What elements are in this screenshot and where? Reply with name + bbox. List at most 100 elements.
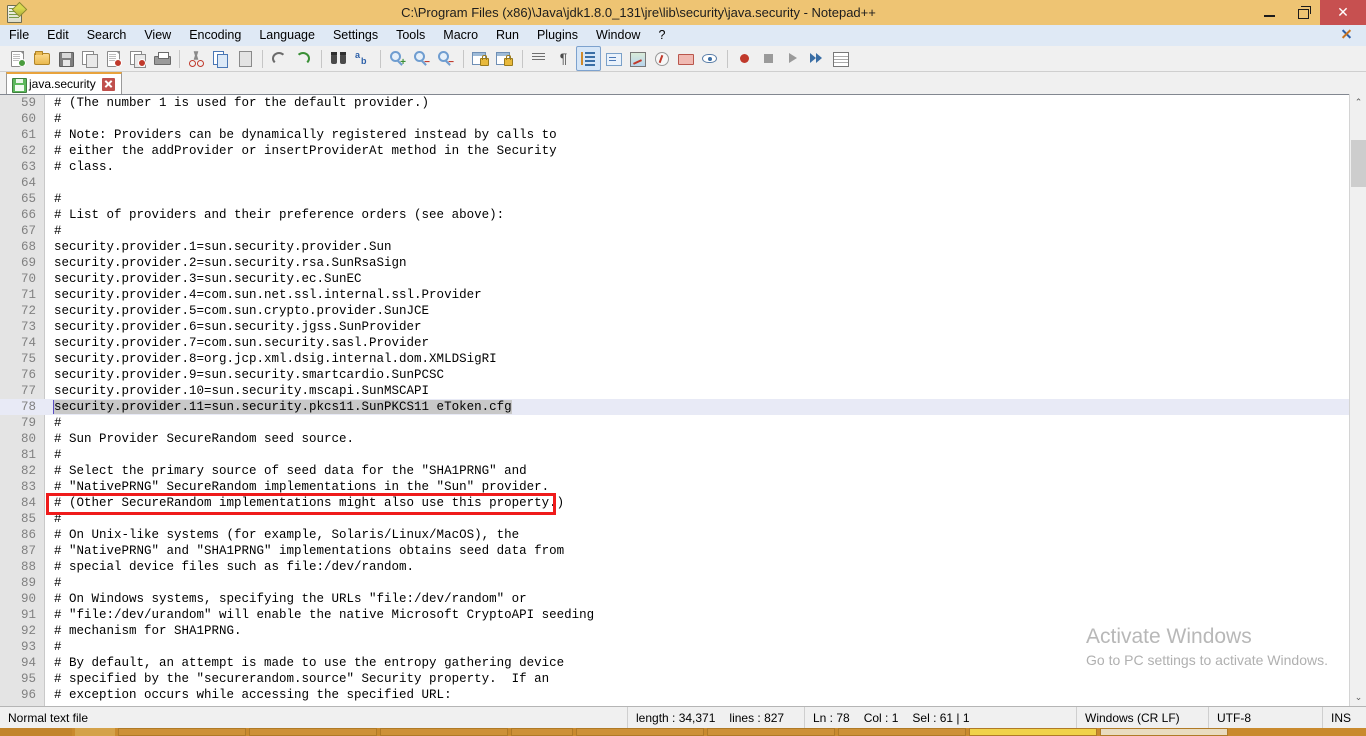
save-macro-button[interactable] bbox=[829, 47, 852, 70]
vertical-scrollbar[interactable]: ⌃ ⌄ bbox=[1349, 94, 1366, 706]
indent-guide-button[interactable] bbox=[528, 47, 551, 70]
code-line[interactable]: 95 # specified by the "securerandom.sourc… bbox=[0, 671, 1366, 687]
tab-java-security[interactable]: java.security bbox=[6, 72, 122, 94]
undo-button[interactable] bbox=[268, 47, 291, 70]
all-chars-lock-button[interactable] bbox=[493, 47, 516, 70]
scroll-up-arrow-icon[interactable]: ⌃ bbox=[1350, 94, 1366, 111]
code-line[interactable]: 89 # bbox=[0, 575, 1366, 591]
status-encoding[interactable]: UTF-8 bbox=[1209, 706, 1323, 729]
menu-item-search[interactable]: Search bbox=[78, 27, 136, 44]
save-button[interactable] bbox=[54, 47, 77, 70]
save-all-button[interactable] bbox=[78, 47, 101, 70]
close-file-button[interactable] bbox=[102, 47, 125, 70]
code-line[interactable]: 70 security.provider.3=sun.security.ec.Su… bbox=[0, 271, 1366, 287]
taskbar-item-9[interactable] bbox=[969, 728, 1097, 736]
word-wrap-button[interactable] bbox=[576, 46, 601, 71]
zoom-out-button[interactable]: − bbox=[410, 47, 433, 70]
menu-item-view[interactable]: View bbox=[135, 27, 180, 44]
taskbar-start[interactable] bbox=[0, 728, 72, 736]
stop-macro-button[interactable] bbox=[757, 47, 780, 70]
redo-button[interactable] bbox=[292, 47, 315, 70]
code-text-area[interactable]: 59 # (The number 1 is used for the defaul… bbox=[0, 95, 1366, 706]
code-line[interactable]: 90 # On Windows systems, specifying the U… bbox=[0, 591, 1366, 607]
menu-item-edit[interactable]: Edit bbox=[38, 27, 78, 44]
user-defined-dialog-button[interactable] bbox=[602, 47, 625, 70]
code-line[interactable]: 83 # "NativePRNG" SecureRandom implementa… bbox=[0, 479, 1366, 495]
code-line[interactable]: 88 # special device files such as file:/d… bbox=[0, 559, 1366, 575]
menu-item-help[interactable]: ? bbox=[649, 27, 674, 44]
code-line[interactable]: 60 # bbox=[0, 111, 1366, 127]
close-all-files-button[interactable] bbox=[126, 47, 149, 70]
find-button[interactable] bbox=[327, 47, 350, 70]
document-map-button[interactable] bbox=[626, 47, 649, 70]
menu-item-tools[interactable]: Tools bbox=[387, 27, 434, 44]
scroll-down-arrow-icon[interactable]: ⌄ bbox=[1350, 689, 1366, 706]
code-line[interactable]: 84 # (Other SecureRandom implementations … bbox=[0, 495, 1366, 511]
code-line[interactable]: 61 # Note: Providers can be dynamically r… bbox=[0, 127, 1366, 143]
cut-button[interactable] bbox=[185, 47, 208, 70]
code-line[interactable]: 67 # bbox=[0, 223, 1366, 239]
taskbar-item-7[interactable] bbox=[707, 728, 835, 736]
taskbar-item-3[interactable] bbox=[249, 728, 377, 736]
code-line[interactable]: 85 # bbox=[0, 511, 1366, 527]
new-file-button[interactable] bbox=[6, 47, 29, 70]
menu-item-run[interactable]: Run bbox=[487, 27, 528, 44]
taskbar-item-4[interactable] bbox=[380, 728, 508, 736]
code-line[interactable]: 76 security.provider.9=sun.security.smart… bbox=[0, 367, 1366, 383]
scrollbar-thumb[interactable] bbox=[1351, 140, 1366, 187]
play-macro-button[interactable] bbox=[781, 47, 804, 70]
code-line[interactable]: 77 security.provider.10=sun.security.msca… bbox=[0, 383, 1366, 399]
code-line[interactable]: 80 # Sun Provider SecureRandom seed sourc… bbox=[0, 431, 1366, 447]
replace-button[interactable]: ab bbox=[351, 47, 374, 70]
menu-item-plugins[interactable]: Plugins bbox=[528, 27, 587, 44]
minimize-button[interactable] bbox=[1252, 0, 1286, 25]
code-line[interactable]: 74 security.provider.7=com.sun.security.s… bbox=[0, 335, 1366, 351]
zoom-in-button[interactable]: + bbox=[386, 47, 409, 70]
code-line[interactable]: 82 # Select the primary source of seed da… bbox=[0, 463, 1366, 479]
code-line[interactable]: 81 # bbox=[0, 447, 1366, 463]
code-line[interactable]: 91 # "file:/dev/urandom" will enable the … bbox=[0, 607, 1366, 623]
code-line[interactable]: 63 # class. bbox=[0, 159, 1366, 175]
taskbar-item-6[interactable] bbox=[576, 728, 704, 736]
sync-scroll-vertical-button[interactable]: − bbox=[434, 47, 457, 70]
menu-item-window[interactable]: Window bbox=[587, 27, 649, 44]
code-line[interactable]: 65 # bbox=[0, 191, 1366, 207]
code-line[interactable]: 66 # List of providers and their preferen… bbox=[0, 207, 1366, 223]
maximize-restore-button[interactable] bbox=[1286, 0, 1320, 25]
code-line[interactable]: 86 # On Unix-like systems (for example, S… bbox=[0, 527, 1366, 543]
taskbar-item-1[interactable] bbox=[75, 728, 115, 736]
code-line-current[interactable]: 78 security.provider.11=sun.security.pkcs… bbox=[0, 399, 1366, 415]
taskbar-item-5[interactable] bbox=[511, 728, 573, 736]
menu-item-language[interactable]: Language bbox=[250, 27, 324, 44]
code-line[interactable]: 79 # bbox=[0, 415, 1366, 431]
taskbar-item-10[interactable] bbox=[1100, 728, 1228, 736]
code-line[interactable]: 64 bbox=[0, 175, 1366, 191]
editor-area[interactable]: 59 # (The number 1 is used for the defaul… bbox=[0, 94, 1366, 706]
pilcrow-button[interactable]: ¶ bbox=[552, 47, 575, 70]
menu-item-encoding[interactable]: Encoding bbox=[180, 27, 250, 44]
record-macro-button[interactable] bbox=[733, 47, 756, 70]
code-line[interactable]: 72 security.provider.5=com.sun.crypto.pro… bbox=[0, 303, 1366, 319]
code-line[interactable]: 59 # (The number 1 is used for the defaul… bbox=[0, 95, 1366, 111]
status-eol-format[interactable]: Windows (CR LF) bbox=[1077, 706, 1209, 729]
menu-item-macro[interactable]: Macro bbox=[434, 27, 487, 44]
open-file-button[interactable] bbox=[30, 47, 53, 70]
status-insert-mode[interactable]: INS bbox=[1323, 707, 1366, 729]
code-line[interactable]: 75 security.provider.8=org.jcp.xml.dsig.i… bbox=[0, 351, 1366, 367]
code-line[interactable]: 73 security.provider.6=sun.security.jgss.… bbox=[0, 319, 1366, 335]
print-button[interactable] bbox=[150, 47, 173, 70]
code-line[interactable]: 69 security.provider.2=sun.security.rsa.S… bbox=[0, 255, 1366, 271]
close-window-button[interactable]: ✕ bbox=[1320, 0, 1366, 25]
monitoring-button[interactable] bbox=[698, 47, 721, 70]
taskbar-item-8[interactable] bbox=[838, 728, 966, 736]
run-macro-multiple-button[interactable] bbox=[805, 47, 828, 70]
code-line[interactable]: 68 security.provider.1=sun.security.provi… bbox=[0, 239, 1366, 255]
code-line[interactable]: 62 # either the addProvider or insertProv… bbox=[0, 143, 1366, 159]
word-wrap-lock-button[interactable] bbox=[469, 47, 492, 70]
code-line[interactable]: 87 # "NativePRNG" and "SHA1PRNG" implemen… bbox=[0, 543, 1366, 559]
paste-button[interactable] bbox=[233, 47, 256, 70]
code-line[interactable]: 71 security.provider.4=com.sun.net.ssl.in… bbox=[0, 287, 1366, 303]
copy-button[interactable] bbox=[209, 47, 232, 70]
code-line[interactable]: 96 # exception occurs while accessing the… bbox=[0, 687, 1366, 703]
tab-close-icon[interactable] bbox=[101, 77, 115, 91]
